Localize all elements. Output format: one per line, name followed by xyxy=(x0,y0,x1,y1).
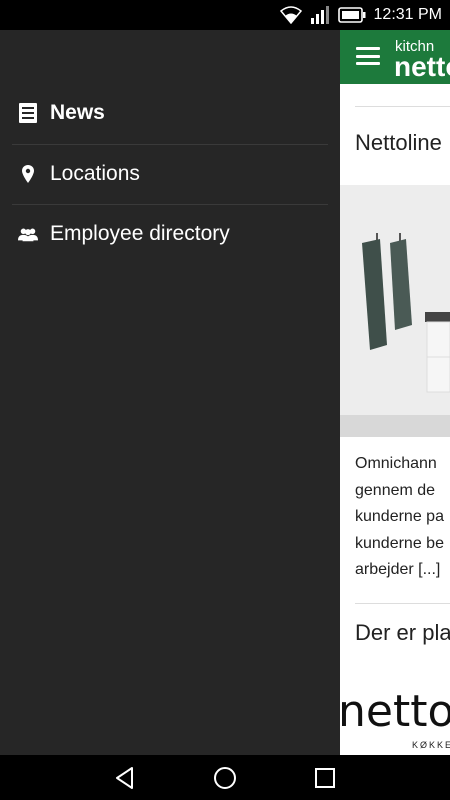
menu-icon[interactable] xyxy=(356,47,380,65)
news-feed: kitchn netto Nettoline Omnichann gennem … xyxy=(340,30,450,755)
drawer-item-employee-directory[interactable]: Employee directory xyxy=(0,204,340,264)
status-bar: 12:31 PM xyxy=(0,0,450,30)
status-icons: 12:31 PM xyxy=(279,5,442,25)
drawer-item-locations[interactable]: Locations xyxy=(0,144,340,204)
wifi-icon xyxy=(279,6,302,24)
excerpt-line: kunderne be xyxy=(355,534,444,552)
drawer-item-label: Locations xyxy=(50,162,140,185)
article-excerpt: Omnichann gennem de kunderne pa kunderne… xyxy=(355,451,450,584)
location-pin-icon xyxy=(18,164,38,184)
people-icon xyxy=(18,224,38,244)
excerpt-line: gennem de xyxy=(355,481,436,499)
netto-brand-subtitle: KØKKE xyxy=(412,740,450,750)
drawer-item-news[interactable]: News xyxy=(0,83,340,143)
logo-netto: netto xyxy=(394,51,450,82)
article-title[interactable]: Der er pla xyxy=(355,620,450,646)
excerpt-line: kunderne pa xyxy=(355,508,444,525)
divider xyxy=(355,603,450,604)
navigation-drawer: News Locations Employee directory xyxy=(0,30,340,755)
signal-icon xyxy=(310,6,329,24)
drawer-item-label: Employee directory xyxy=(50,222,230,245)
home-icon[interactable] xyxy=(212,765,238,791)
excerpt-line: arbejder [...] xyxy=(355,561,441,578)
article-title[interactable]: Nettoline xyxy=(355,130,442,156)
clock: 12:31 PM xyxy=(373,6,442,23)
divider xyxy=(355,106,450,107)
news-icon xyxy=(18,103,38,123)
excerpt-line: Omnichann xyxy=(355,455,437,472)
battery-icon xyxy=(337,7,366,23)
drawer-item-label: News xyxy=(50,101,105,124)
system-nav-bar xyxy=(0,755,450,800)
towel-photo xyxy=(340,185,450,437)
app-bar: kitchn netto xyxy=(340,30,450,84)
recents-icon[interactable] xyxy=(312,765,338,791)
netto-brand-logo: netto xyxy=(340,686,450,737)
back-icon[interactable] xyxy=(112,765,138,791)
article-image[interactable] xyxy=(340,185,450,437)
